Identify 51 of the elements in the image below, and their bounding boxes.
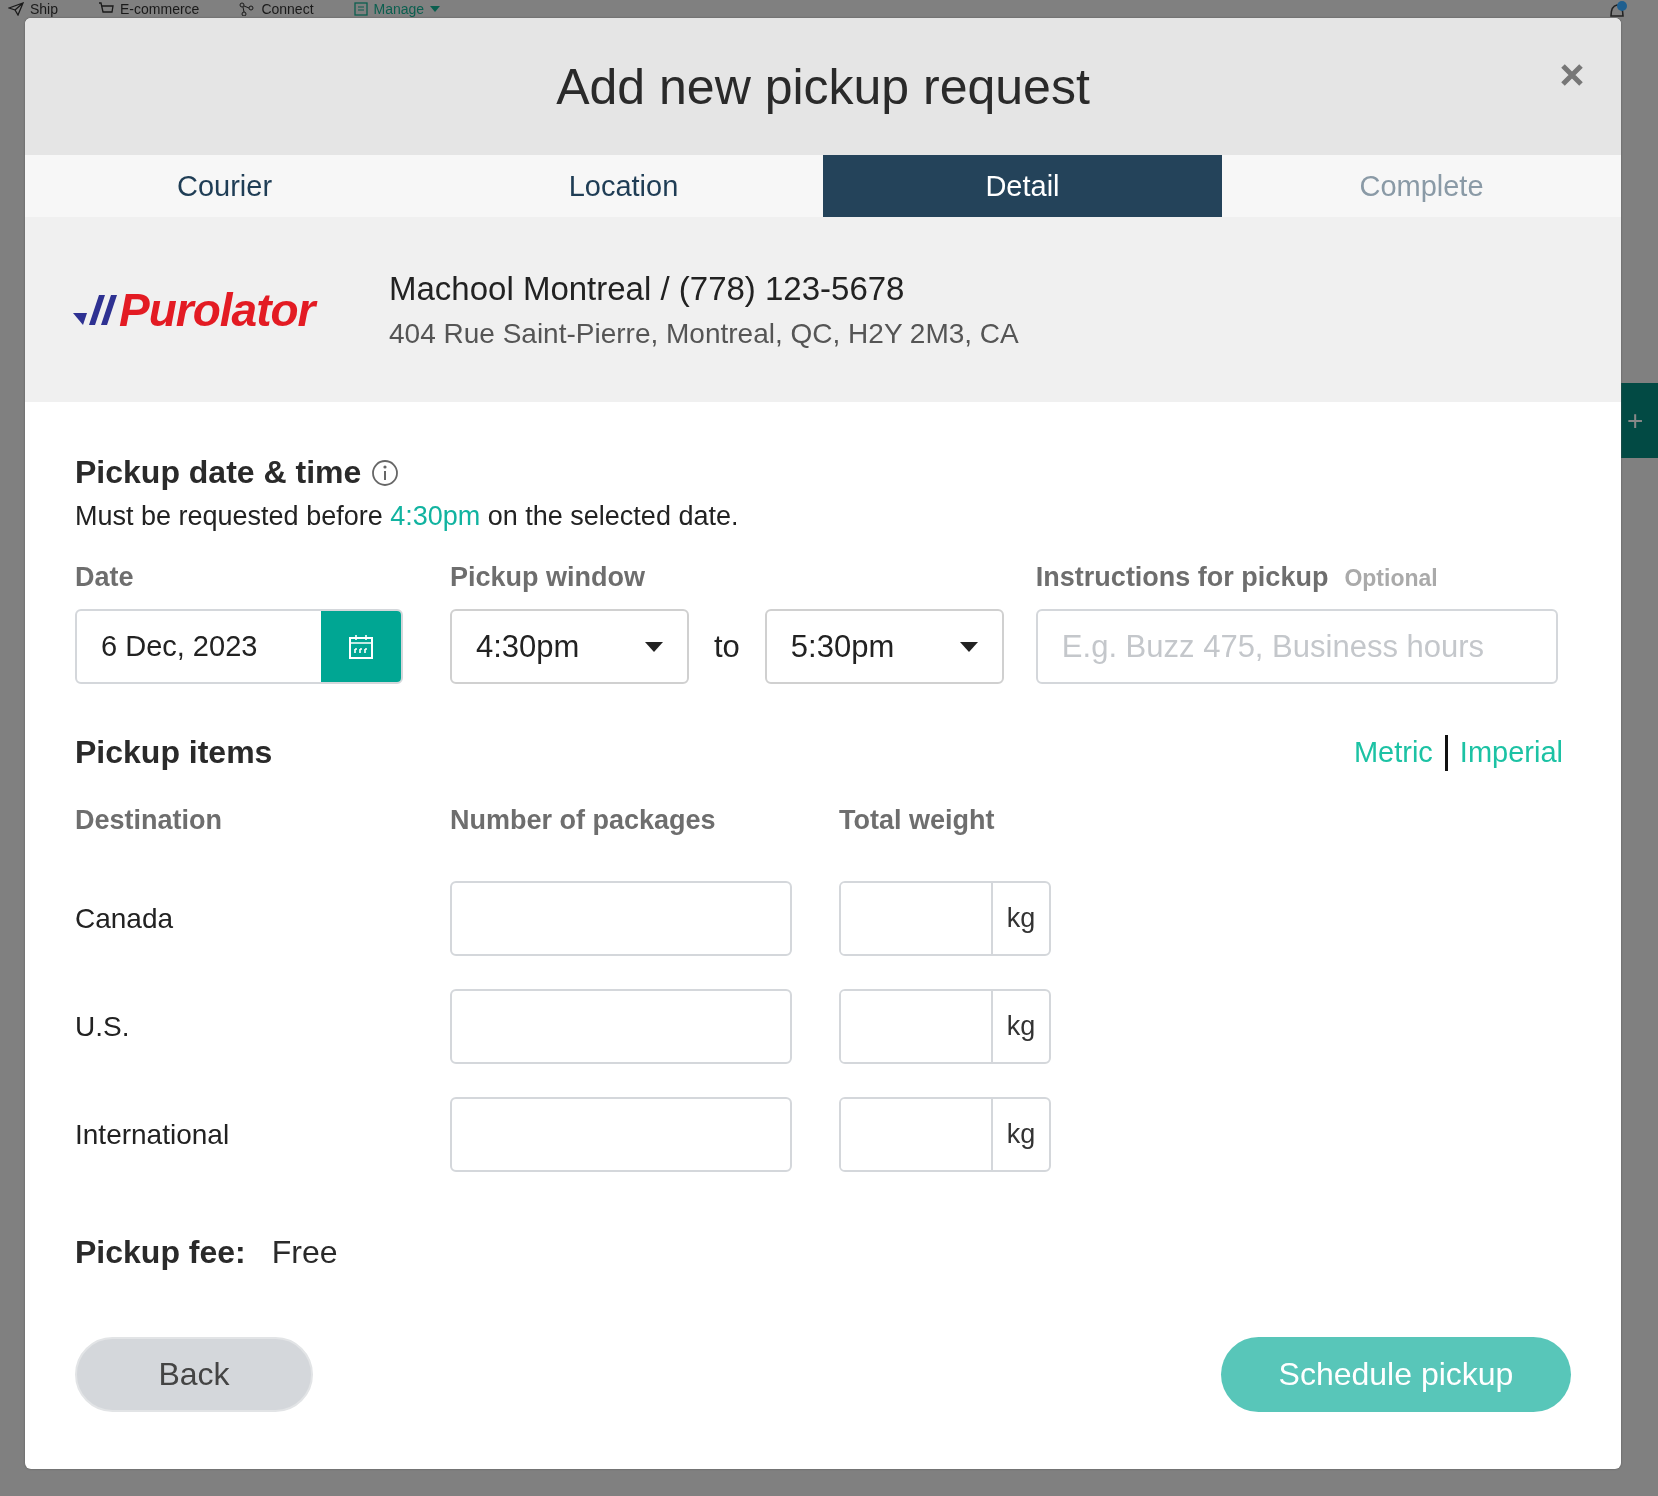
step-tab[interactable]: Detail [823, 155, 1222, 217]
column-header: Destination [75, 805, 223, 836]
weight-field[interactable]: kg [839, 1097, 1051, 1172]
pickup-address: 404 Rue Saint-Pierre, Montreal, QC, H2Y 2M3, CA [389, 317, 1019, 350]
packages-field[interactable] [450, 1097, 792, 1172]
unit-suffix: kg [1005, 902, 1037, 935]
unit-suffix: kg [1005, 1118, 1037, 1151]
nav-link[interactable]: Ship [8, 1, 59, 17]
column-header: Number of packages [450, 805, 717, 836]
weight-field[interactable]: kg [839, 881, 1051, 956]
unit-suffix: kg [1005, 1010, 1037, 1043]
info-icon[interactable] [371, 458, 400, 487]
end-time-select[interactable]: 5:30pm [764, 609, 1004, 684]
packages-field[interactable] [450, 881, 792, 956]
instructions-field[interactable]: E.g. Buzz 475, Business hours [1035, 609, 1558, 684]
date-field[interactable]: 6 Dec, 2023 [75, 609, 403, 684]
optional-hint: Optional [1344, 565, 1438, 592]
paper-plane-icon [8, 2, 24, 16]
column-header: Total weight [839, 805, 996, 836]
field-label: Instructions for pickup [1035, 562, 1329, 593]
courier-logo: Purolator [73, 282, 333, 337]
section-title: Pickup date & time [75, 454, 362, 491]
back-button[interactable]: Back [75, 1337, 313, 1412]
calendar-button[interactable] [321, 611, 401, 682]
network-icon [239, 2, 256, 16]
destination-label: International [75, 1118, 231, 1151]
calendar-icon [347, 632, 375, 661]
destination-label: U.S. [75, 1010, 131, 1043]
close-icon[interactable] [1559, 62, 1585, 88]
caret-icon [645, 641, 663, 652]
step-tab[interactable]: Courier [25, 155, 424, 217]
deadline-note: Must be requested before 4:30pm on the selected date. [75, 501, 740, 532]
weight-field[interactable]: kg [839, 989, 1051, 1064]
fee-label: Pickup fee: [75, 1234, 246, 1271]
step-tab[interactable]: Location [424, 155, 823, 217]
cart-icon [98, 2, 115, 16]
document-icon [353, 2, 368, 16]
fee-value: Free [271, 1234, 338, 1271]
destination-label: Canada [75, 902, 175, 935]
pickup-location: Machool Montreal / (778) 123-5678 [389, 269, 906, 308]
section-title: Pickup items [75, 734, 273, 771]
nav-link[interactable]: E-commerce [98, 1, 200, 17]
nav-link[interactable]: Connect [239, 1, 314, 17]
caret-icon [430, 6, 441, 12]
start-time-select[interactable]: 4:30pm [450, 609, 689, 684]
field-label: Date [75, 562, 135, 593]
field-label: Pickup window [450, 562, 646, 593]
packages-field[interactable] [450, 989, 792, 1064]
caret-icon [959, 641, 978, 652]
dialog-title: Add new pickup request [556, 57, 1090, 116]
range-separator: to [714, 628, 740, 665]
